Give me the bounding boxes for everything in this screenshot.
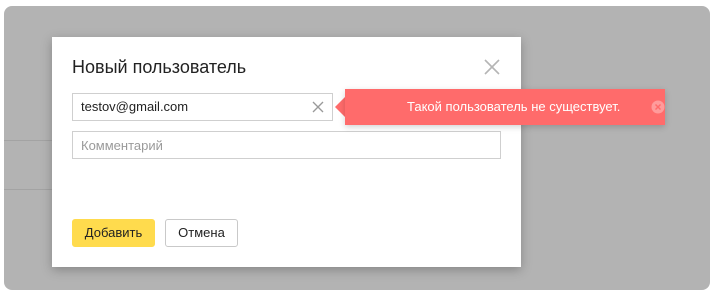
close-icon[interactable] [480,55,504,79]
comment-input[interactable] [73,132,500,158]
user-email-value: testov@gmail.com [81,99,189,114]
user-email-field[interactable]: testov@gmail.com [72,93,333,121]
dialog-title: Новый пользователь [72,57,247,77]
cancel-button[interactable]: Отмена [165,219,238,247]
error-message: Такой пользователь не существует. [407,99,621,114]
clear-icon[interactable] [311,100,325,114]
error-popup: Такой пользователь не существует. [335,89,665,125]
error-popup-body: Такой пользователь не существует. [345,89,665,125]
comment-field[interactable] [72,131,501,159]
error-close-icon[interactable] [651,100,665,114]
new-user-dialog: Новый пользователь testov@gmail.com Доба… [52,37,521,267]
add-button[interactable]: Добавить [72,219,155,247]
